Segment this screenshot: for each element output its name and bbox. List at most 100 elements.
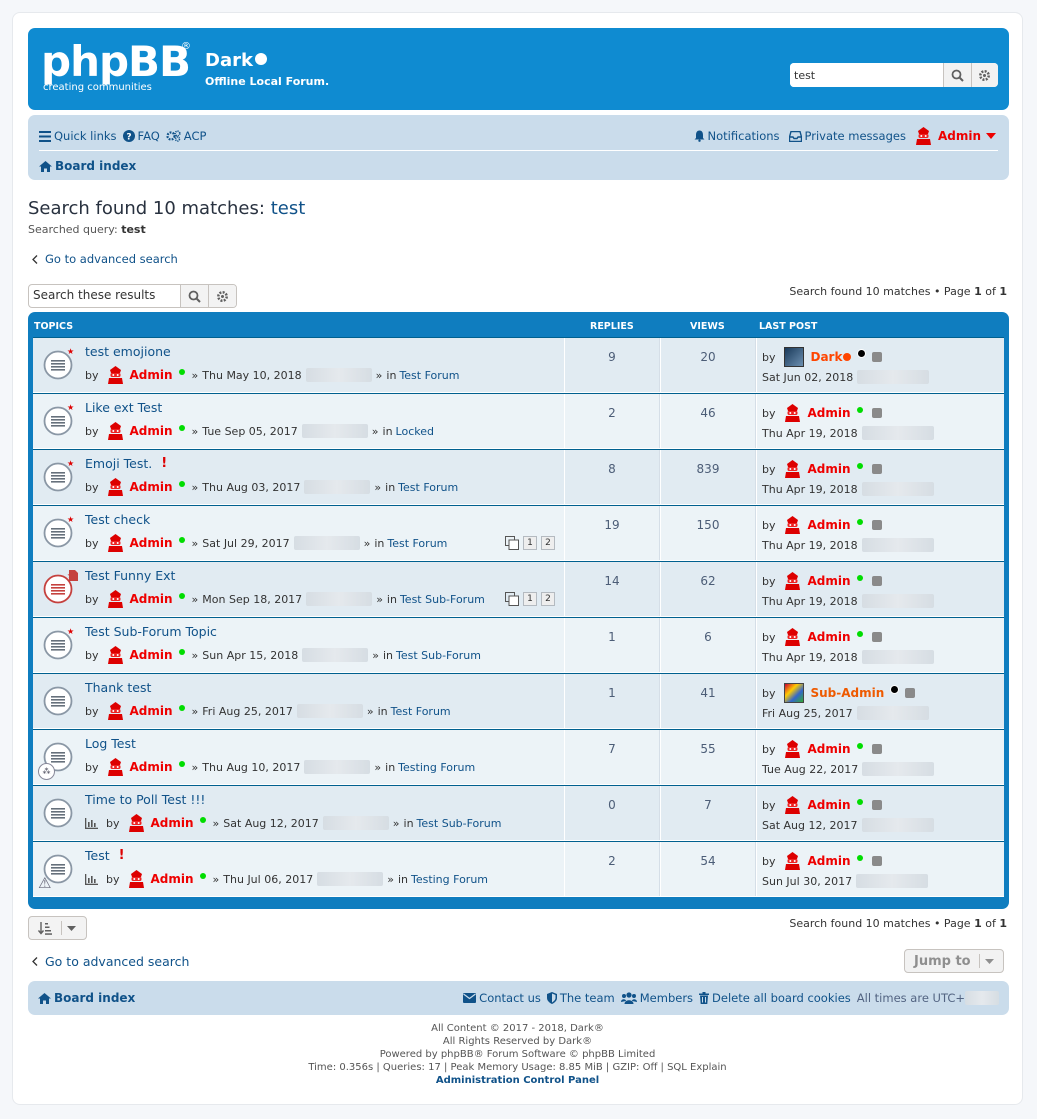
search-results-button[interactable]: [181, 285, 209, 307]
faq-link[interactable]: ? FAQ: [122, 129, 160, 143]
view-latest-post-icon[interactable]: [871, 576, 882, 586]
search-results-input[interactable]: Search these results: [29, 285, 182, 307]
view-latest-post-icon[interactable]: [871, 632, 882, 642]
advanced-search-button[interactable]: [970, 63, 998, 87]
page-link[interactable]: 2: [541, 592, 555, 606]
question-circle-icon: ?: [122, 130, 135, 142]
last-post-author-link[interactable]: Admin: [808, 854, 851, 868]
topic-title-link[interactable]: Test Sub-Forum Topic: [85, 624, 217, 639]
advanced-search-link-top[interactable]: Go to advanced search: [32, 252, 178, 266]
results-rows: ★ test emojione by Admin » Thu May 10, 2018…: [33, 337, 1004, 897]
topic-title-link[interactable]: Log Test: [85, 736, 136, 751]
notifications-link[interactable]: Notifications: [694, 129, 780, 143]
view-latest-post-icon[interactable]: [905, 688, 916, 698]
author-link[interactable]: Admin: [130, 536, 173, 550]
last-post-author-link[interactable]: Admin: [808, 742, 851, 756]
replies-count: 1: [564, 618, 660, 672]
last-post-author-link[interactable]: Admin: [808, 462, 851, 476]
private-messages-link[interactable]: Private messages: [788, 129, 906, 143]
avatar-icon: [107, 534, 123, 552]
logo-text: phpBB: [41, 37, 191, 86]
topic-title-link[interactable]: test emojione: [85, 344, 171, 359]
last-post: by Admin Thu Apr 19, 2018: [756, 450, 1004, 504]
online-indicator: [856, 631, 863, 637]
author-link[interactable]: Admin: [130, 704, 173, 718]
search-button[interactable]: [943, 63, 971, 87]
topic-title-link[interactable]: Thank test: [85, 680, 151, 695]
status-dot-icon: [843, 353, 852, 361]
footer-board-index[interactable]: Board index: [38, 991, 135, 1005]
view-latest-post-icon[interactable]: [871, 800, 882, 810]
breadcrumb-board-index[interactable]: Board index: [39, 159, 136, 173]
view-latest-post-icon[interactable]: [871, 408, 882, 418]
view-latest-post-icon[interactable]: [871, 520, 882, 530]
topic-title-link[interactable]: Test Funny Ext: [85, 568, 175, 583]
last-post-author-link[interactable]: Dark: [811, 350, 843, 364]
view-latest-post-icon[interactable]: [871, 464, 882, 474]
online-indicator: [178, 593, 185, 599]
forum-link[interactable]: Test Forum: [391, 705, 451, 718]
post-date: Sun Apr 15, 2018: [202, 648, 299, 662]
page-link[interactable]: 1: [523, 536, 537, 550]
view-latest-post-icon[interactable]: [872, 352, 883, 362]
last-post-author-link[interactable]: Admin: [808, 630, 851, 644]
author-link[interactable]: Admin: [130, 480, 173, 494]
last-post-author-link[interactable]: Admin: [808, 518, 851, 532]
header-search-input[interactable]: [790, 63, 943, 87]
post-date: Thu Aug 03, 2017: [202, 480, 301, 494]
topic-title-link[interactable]: Test: [85, 848, 110, 863]
forum-link[interactable]: Test Sub-Forum: [400, 593, 485, 606]
forum-link[interactable]: Test Forum: [387, 537, 447, 550]
topic-title-link[interactable]: Test check: [85, 512, 150, 527]
delete-cookies-link[interactable]: Delete all board cookies: [699, 991, 851, 1005]
topic-title-link[interactable]: Time to Poll Test !!!: [85, 792, 205, 807]
author-link[interactable]: Admin: [130, 648, 173, 662]
search-options-button[interactable]: [208, 285, 236, 307]
forum-link[interactable]: Test Sub-Forum: [417, 817, 502, 830]
view-latest-post-icon[interactable]: [871, 856, 882, 866]
acp-footer-link[interactable]: Administration Control Panel: [436, 1075, 599, 1086]
author-link[interactable]: Admin: [130, 368, 173, 382]
author-link[interactable]: Admin: [130, 424, 173, 438]
last-post-author-link[interactable]: Admin: [808, 574, 851, 588]
author-link[interactable]: Admin: [151, 816, 194, 830]
author-link[interactable]: Admin: [130, 592, 173, 606]
forum-link[interactable]: Testing Forum: [398, 761, 475, 774]
page-link[interactable]: 1: [523, 592, 537, 606]
forum-link[interactable]: Testing Forum: [411, 873, 488, 886]
caret-down-icon: [986, 133, 996, 139]
topic-title-link[interactable]: Like ext Test: [85, 400, 162, 415]
copy-icon: [505, 536, 519, 550]
last-post-author-link[interactable]: Admin: [808, 406, 851, 420]
view-latest-post-icon[interactable]: [871, 744, 882, 754]
online-indicator: [178, 705, 185, 711]
members-link[interactable]: Members: [620, 991, 693, 1005]
forum-link[interactable]: Test Sub-Forum: [396, 649, 481, 662]
phpbb-logo[interactable]: phpBB ® creating communities: [41, 40, 191, 100]
acp-link[interactable]: ACP: [166, 129, 206, 143]
post-date: Sat Aug 12, 2017: [223, 816, 319, 830]
the-team-link[interactable]: The team: [546, 991, 615, 1005]
footer-navbar: Board index Contact us The team Members …: [28, 981, 1009, 1015]
last-post: by Admin Thu Apr 19, 2018: [756, 562, 1004, 616]
advanced-search-link-bottom[interactable]: Go to advanced search: [32, 954, 189, 969]
contact-us-link[interactable]: Contact us: [463, 991, 541, 1005]
quick-links-menu[interactable]: Quick links: [39, 129, 117, 143]
author-link[interactable]: Admin: [151, 872, 194, 886]
cogs-icon: [166, 130, 181, 142]
topic-title-link[interactable]: Emoji Test.: [85, 456, 152, 471]
author-link[interactable]: Admin: [130, 760, 173, 774]
last-post-author-link[interactable]: Sub-Admin: [811, 686, 885, 700]
page-link[interactable]: 2: [541, 536, 555, 550]
forum-link[interactable]: Locked: [396, 425, 434, 438]
forum-link[interactable]: Test Forum: [398, 481, 458, 494]
user-menu[interactable]: Admin: [915, 127, 999, 145]
site-description: Offline Local Forum.: [205, 75, 330, 88]
jump-to-button[interactable]: Jump to: [904, 949, 1004, 973]
search-keyword-link[interactable]: test: [271, 198, 306, 219]
avatar-icon: [107, 702, 123, 720]
search-icon: [188, 290, 201, 303]
last-post-author-link[interactable]: Admin: [808, 798, 851, 812]
sort-options-button[interactable]: [28, 916, 87, 940]
forum-link[interactable]: Test Forum: [399, 369, 459, 382]
